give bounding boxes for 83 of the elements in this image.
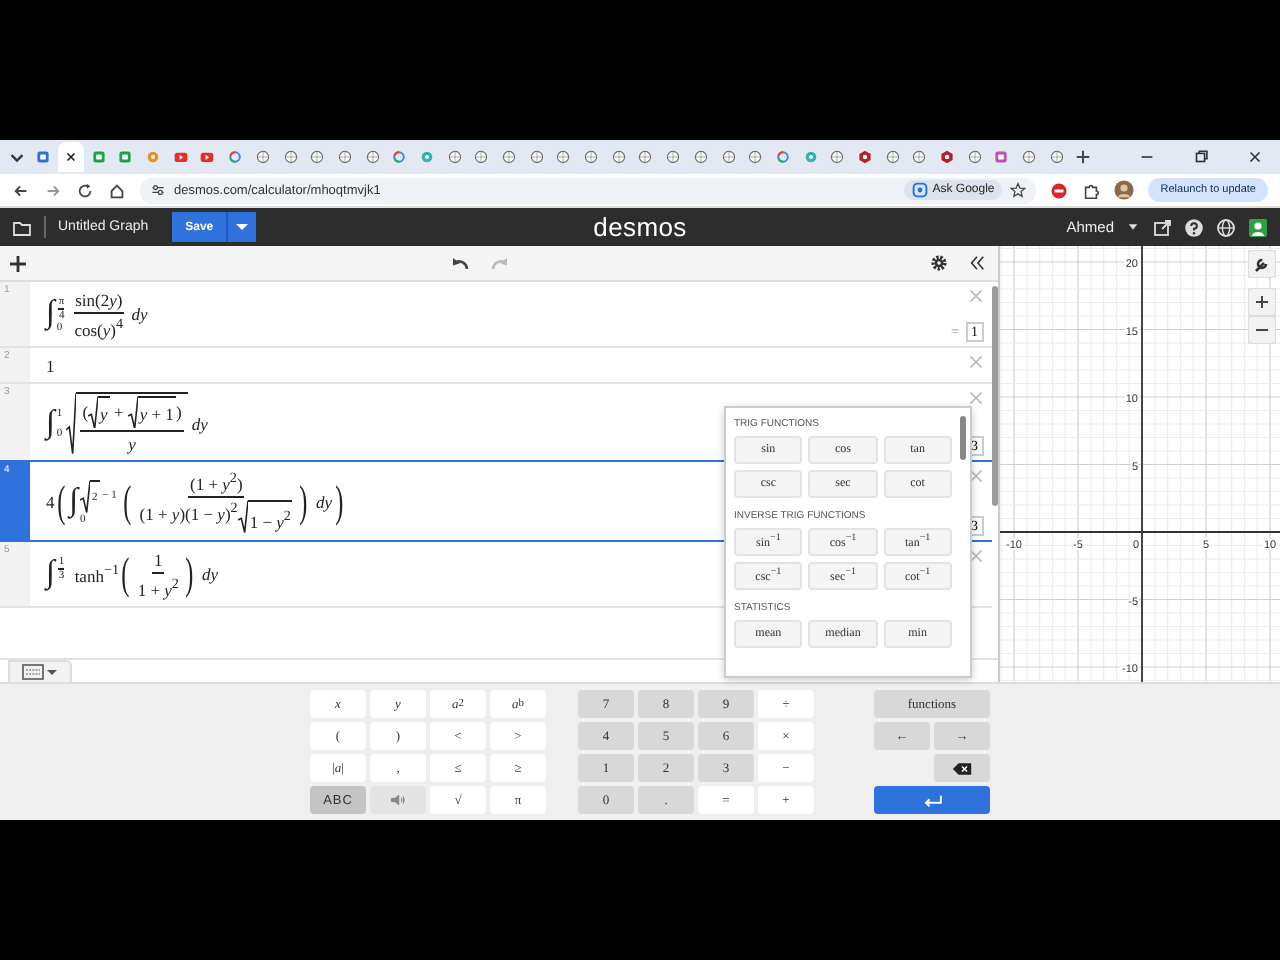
- app-icon: [36, 150, 51, 164]
- site-info-icon[interactable]: [150, 182, 166, 198]
- speaker-icon: [390, 792, 406, 808]
- settings-icon[interactable]: [930, 254, 948, 272]
- globe-icon: [310, 150, 325, 164]
- globe-icon: [912, 150, 927, 164]
- google-icon: [392, 150, 407, 164]
- caret-icon[interactable]: [228, 212, 257, 242]
- globe-icon: [693, 150, 708, 164]
- globe-icon: [885, 150, 900, 164]
- app-icon: [994, 150, 1009, 164]
- radical-icon: [88, 395, 99, 429]
- back-icon[interactable]: [12, 181, 30, 199]
- close-icon[interactable]: [1246, 148, 1264, 166]
- globe-icon: [365, 150, 380, 164]
- hexagon-icon: [940, 150, 955, 164]
- play-icon: [173, 150, 188, 164]
- close-icon[interactable]: [64, 150, 79, 164]
- keyboard-toggle-button[interactable]: [8, 660, 72, 684]
- globe-icon: [611, 150, 626, 164]
- keyboard-icon: [22, 664, 58, 680]
- delete-icon[interactable]: [968, 468, 984, 485]
- home-icon[interactable]: [108, 181, 126, 199]
- globe-icon: [337, 150, 352, 164]
- expression-field[interactable]: 1: [46, 353, 55, 378]
- globe-icon: [447, 150, 462, 164]
- puzzle-icon[interactable]: [1082, 181, 1101, 199]
- circle-icon: [419, 150, 434, 164]
- circle-icon: [803, 150, 818, 164]
- scrollbar[interactable]: [992, 286, 998, 506]
- globe-icon: [830, 150, 845, 164]
- desmos-logo: desmos: [593, 212, 687, 242]
- help-icon[interactable]: [1184, 217, 1204, 237]
- avatar-icon[interactable]: [1114, 180, 1135, 200]
- globe-icon: [638, 150, 653, 164]
- backspace-key[interactable]: [934, 754, 990, 782]
- restore-icon[interactable]: [1192, 148, 1210, 166]
- folder-icon[interactable]: [12, 217, 32, 237]
- globe-icon: [584, 150, 599, 164]
- enter-icon: [921, 793, 943, 807]
- browser-tab[interactable]: [57, 142, 85, 172]
- globe-icon: [967, 150, 982, 164]
- reload-icon[interactable]: [76, 181, 94, 199]
- zoom-in-icon[interactable]: [1248, 288, 1276, 316]
- circle-icon: [146, 150, 161, 164]
- globe-icon: [502, 150, 517, 164]
- add-icon[interactable]: [8, 253, 28, 273]
- globe-icon: [529, 150, 544, 164]
- share-icon[interactable]: [1152, 217, 1172, 237]
- lens-icon: [912, 182, 929, 198]
- radical-icon: [237, 500, 248, 534]
- play-icon: [200, 150, 215, 164]
- globe-icon: [283, 150, 298, 164]
- backspace-icon: [952, 761, 972, 775]
- radical-icon: [66, 391, 77, 455]
- google-icon: [775, 150, 790, 164]
- globe-icon: [255, 150, 270, 164]
- delete-icon[interactable]: [968, 547, 984, 564]
- globe-icon: [748, 150, 763, 164]
- radical-icon: [80, 479, 91, 514]
- globe-icon: [474, 150, 489, 164]
- globe-icon: [666, 150, 681, 164]
- hexagon-icon: [857, 150, 872, 164]
- globe-icon: [556, 150, 571, 164]
- collapse-icon[interactable]: [968, 254, 986, 272]
- radical-icon: [127, 395, 138, 429]
- scrollbar[interactable]: [960, 416, 966, 460]
- tab-search-icon[interactable]: [8, 148, 26, 166]
- globe-icon: [1049, 150, 1064, 164]
- star-icon[interactable]: [1010, 182, 1027, 198]
- forward-icon[interactable]: [44, 181, 62, 199]
- globe-icon[interactable]: [1216, 217, 1236, 237]
- zoom-out-icon[interactable]: [1248, 316, 1276, 344]
- google-icon: [228, 150, 243, 164]
- audio-key[interactable]: [370, 786, 426, 814]
- caret-icon[interactable]: [1126, 220, 1140, 234]
- extension-icon[interactable]: [1050, 181, 1069, 199]
- new-tab-icon[interactable]: [1074, 148, 1093, 166]
- account-icon[interactable]: [1248, 217, 1268, 237]
- undo-icon[interactable]: [449, 253, 469, 273]
- globe-icon: [1022, 150, 1037, 164]
- globe-icon: [721, 150, 736, 164]
- wrench-icon[interactable]: [1248, 250, 1276, 278]
